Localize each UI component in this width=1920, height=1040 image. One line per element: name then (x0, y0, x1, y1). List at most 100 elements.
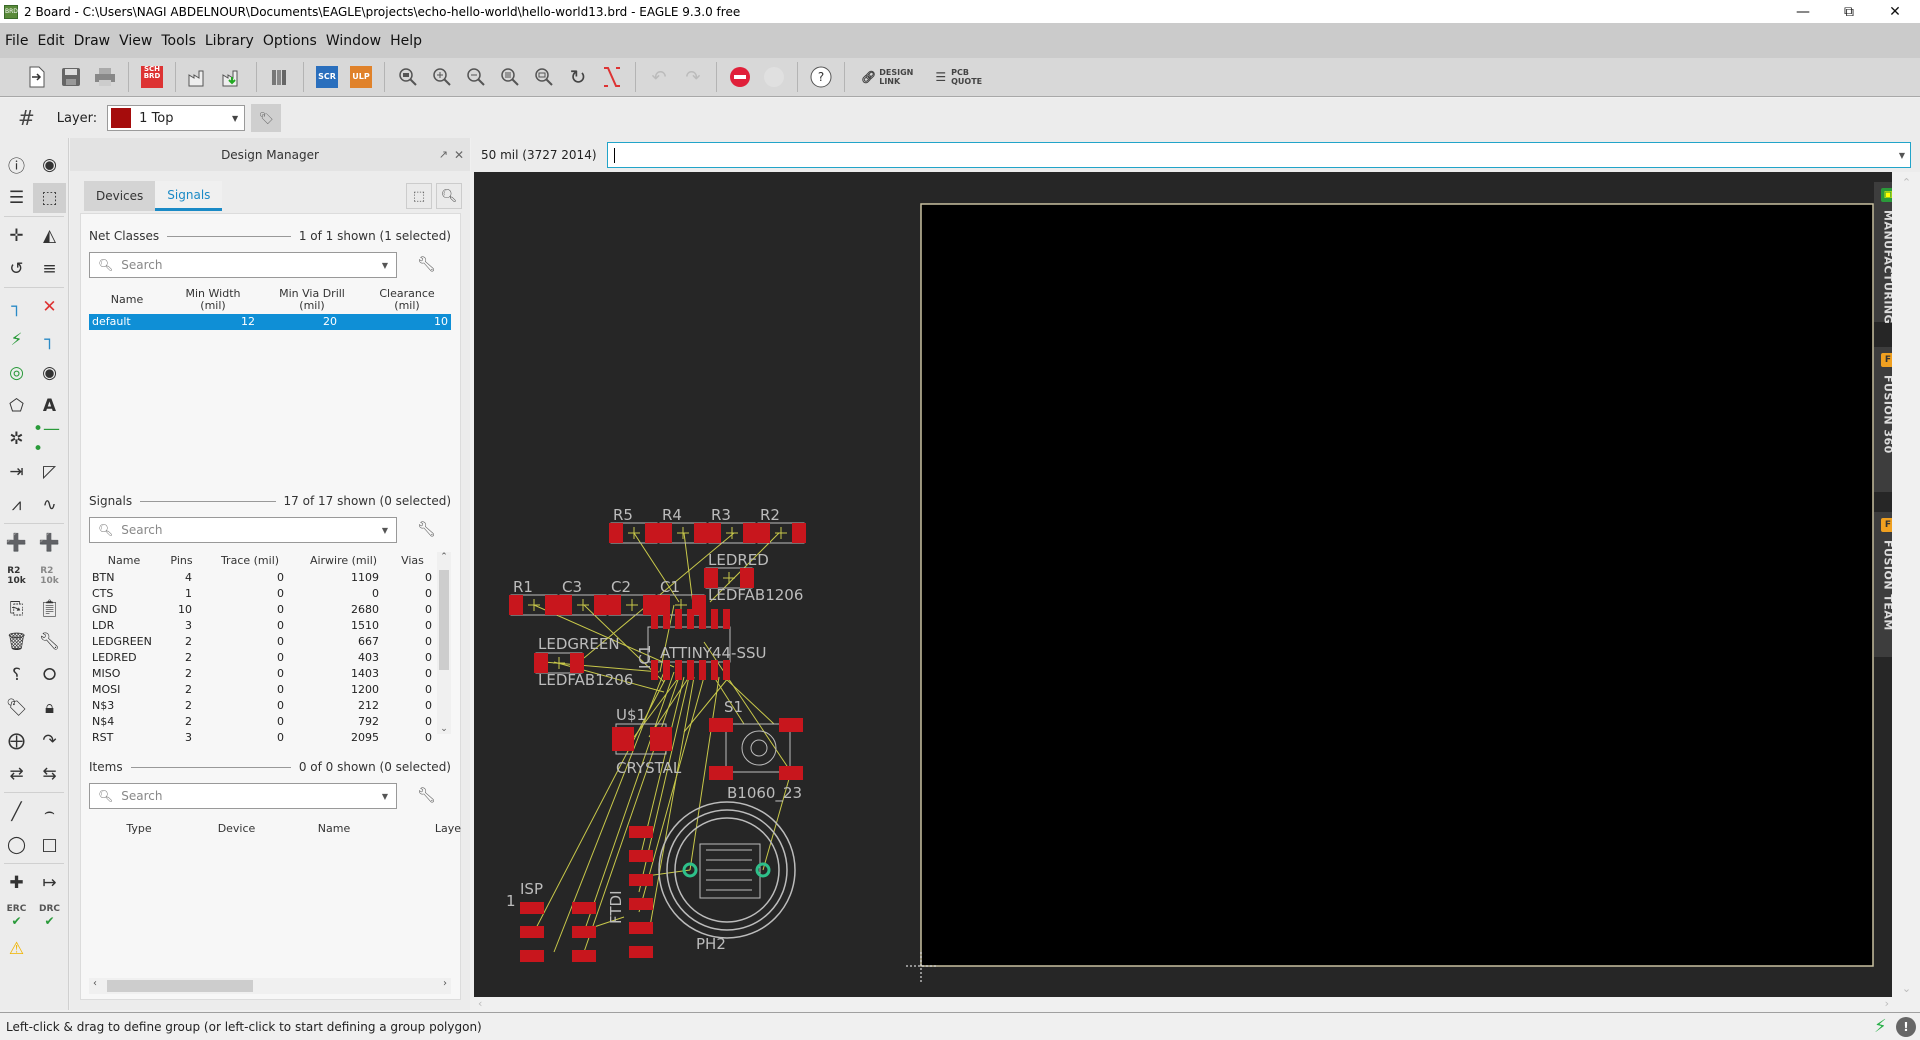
scroll-left-icon[interactable]: ‹ (93, 978, 97, 989)
signals-wrench-icon[interactable]: 🔧︎ (417, 520, 436, 538)
manufacturing-import-icon[interactable] (219, 63, 247, 91)
new-icon[interactable] (23, 63, 51, 91)
col-name[interactable]: Name (89, 552, 159, 570)
zoom-select-icon[interactable] (530, 63, 558, 91)
add-gate-icon[interactable]: ➕ (33, 528, 66, 558)
minimize-button[interactable]: — (1780, 0, 1826, 23)
tab-devices[interactable]: Devices (84, 181, 156, 211)
items-search-input[interactable]: 🔍︎ Search ▼ (89, 783, 397, 809)
signals-scrollbar[interactable]: ⌃ ⌄ (437, 552, 451, 734)
wave-icon[interactable]: ∿ (33, 490, 66, 520)
hole-icon[interactable]: ◉ (33, 358, 66, 388)
command-line-input[interactable]: ▼ (607, 142, 1911, 168)
menu-help[interactable]: Help (390, 33, 422, 49)
signals-search-input[interactable]: 🔍︎ Search ▼ (89, 517, 397, 543)
line-icon[interactable]: ╱ (0, 797, 33, 827)
col-vias[interactable]: Vias (391, 552, 434, 570)
design-link-button[interactable]: 🔗︎ DESIGN LINK (861, 68, 913, 86)
menu-view[interactable]: View (119, 33, 152, 49)
meander-icon[interactable]: ⇥ (0, 457, 33, 487)
optimize-icon[interactable]: ⇆ (33, 759, 66, 789)
lock-icon[interactable]: 🔒︎ (33, 693, 66, 723)
pcb-drawing[interactable]: R5 R4 R3 R2 R1 C3 C2 C1 LEDRED LEDFAB1206 LEDGREEN… (474, 172, 1892, 997)
menu-edit[interactable]: Edit (37, 33, 64, 49)
autoroute-icon[interactable]: ┐ (33, 325, 66, 355)
cam-processor-icon[interactable] (185, 63, 213, 91)
close-panel-icon[interactable]: ✕ (454, 148, 464, 162)
menu-library[interactable]: Library (205, 33, 254, 49)
fusion-team-panel-tab[interactable]: F FUSION TEAM (1874, 512, 1892, 657)
col-airwire[interactable]: Airwire (mil) (296, 552, 391, 570)
show-icon[interactable]: ◉ (33, 150, 66, 180)
grid-icon[interactable]: # (18, 106, 35, 130)
arc-icon[interactable]: ⌢ (33, 797, 66, 827)
wrench-icon[interactable]: 🔧︎ (33, 627, 66, 657)
scroll-left-icon[interactable]: ‹ (478, 997, 482, 1010)
alert-icon[interactable]: ! (1896, 1016, 1916, 1037)
copy-icon[interactable]: ⎘ (0, 594, 33, 624)
col-name[interactable]: Name (284, 820, 384, 838)
route-icon[interactable]: ┐ (0, 292, 33, 322)
library-icon[interactable] (266, 63, 294, 91)
wire-icon[interactable]: •—• (33, 419, 66, 459)
col-clearance[interactable]: Clearance (mil) (363, 286, 451, 314)
ulp-icon[interactable]: ULP (347, 63, 375, 91)
col-device[interactable]: Device (189, 820, 284, 838)
mirror-icon[interactable]: ◭ (33, 221, 66, 251)
stop-icon[interactable] (726, 63, 754, 91)
print-icon[interactable] (91, 63, 119, 91)
table-row[interactable]: GND 10 0 2680 0 (89, 602, 434, 618)
canvas-vertical-scrollbar[interactable]: ⌃ ⌄ (1893, 172, 1920, 997)
manufacturing-panel-tab[interactable]: ▣ MANUFACTURING (1874, 182, 1892, 324)
zoom-to-icon[interactable]: 🔍︎ (436, 183, 462, 209)
table-row[interactable]: N$4 2 0 792 0 (89, 714, 434, 730)
undo-icon[interactable]: ↶ (645, 63, 673, 91)
scroll-down-icon[interactable]: ⌄ (1893, 982, 1920, 995)
table-row[interactable]: CTS 1 0 0 0 (89, 586, 434, 602)
add-part-icon[interactable]: ➕ (0, 528, 33, 558)
table-row[interactable]: MISO 2 0 1403 0 (89, 666, 434, 682)
tag-icon[interactable]: 🏷︎ (251, 104, 282, 132)
zoom-out-icon[interactable] (462, 63, 490, 91)
script-icon[interactable]: SCR (313, 63, 341, 91)
dimension-icon[interactable]: ↦ (33, 868, 66, 898)
paste-icon[interactable]: 📋︎ (33, 594, 66, 624)
align-icon[interactable]: ≡ (33, 254, 66, 284)
col-min-via-drill[interactable]: Min Via Drill (mil) (261, 286, 363, 314)
chevron-down-icon[interactable]: ▼ (1899, 151, 1905, 160)
circle-icon[interactable]: ◯ (0, 830, 33, 860)
zoom-last-icon[interactable] (496, 63, 524, 91)
info-icon[interactable]: ⓘ (0, 150, 33, 180)
tab-signals[interactable]: Signals (155, 181, 223, 211)
table-row[interactable]: MOSI 2 0 1200 0 (89, 682, 434, 698)
redo-icon[interactable]: ↷ (679, 63, 707, 91)
zoom-fit-icon[interactable] (394, 63, 422, 91)
col-name[interactable]: Name (89, 286, 165, 314)
smash-icon[interactable]: ⭘ (33, 660, 66, 690)
net-classes-search-input[interactable]: 🔍︎ Search ▼ (89, 252, 397, 278)
net-classes-wrench-icon[interactable]: 🔧︎ (417, 255, 436, 273)
table-row[interactable]: LDR 3 0 1510 0 (89, 618, 434, 634)
table-row[interactable]: default 12 20 10 (89, 314, 451, 330)
paint-roller-icon[interactable]: ⸮ (0, 660, 33, 690)
items-hscrollbar[interactable]: ‹ › (89, 978, 451, 994)
col-pins[interactable]: Pins (159, 552, 204, 570)
fusion360-panel-tab[interactable]: F FUSION 360 (1874, 347, 1892, 492)
help-icon[interactable]: ? (807, 63, 835, 91)
close-button[interactable]: ✕ (1872, 0, 1918, 23)
split-icon[interactable]: ⩘ (0, 490, 33, 520)
menu-tools[interactable]: Tools (161, 33, 196, 49)
items-wrench-icon[interactable]: 🔧︎ (417, 786, 436, 804)
redraw-icon[interactable]: ↻ (564, 63, 592, 91)
warning-icon[interactable]: ⚠ (0, 934, 33, 964)
zoom-in-icon[interactable] (428, 63, 456, 91)
board-canvas[interactable]: R5 R4 R3 R2 R1 C3 C2 C1 LEDRED LEDFAB1206 LEDGREEN… (474, 172, 1892, 997)
rectangle-icon[interactable]: □ (33, 830, 66, 860)
menu-options[interactable]: Options (263, 33, 317, 49)
scroll-thumb[interactable] (107, 980, 253, 992)
text-icon[interactable]: A (33, 391, 66, 421)
menu-draw[interactable]: Draw (74, 33, 111, 49)
restore-button[interactable]: ⧉ (1826, 0, 1872, 23)
save-icon[interactable] (57, 63, 85, 91)
value-icon[interactable]: R2 10k (33, 561, 66, 591)
